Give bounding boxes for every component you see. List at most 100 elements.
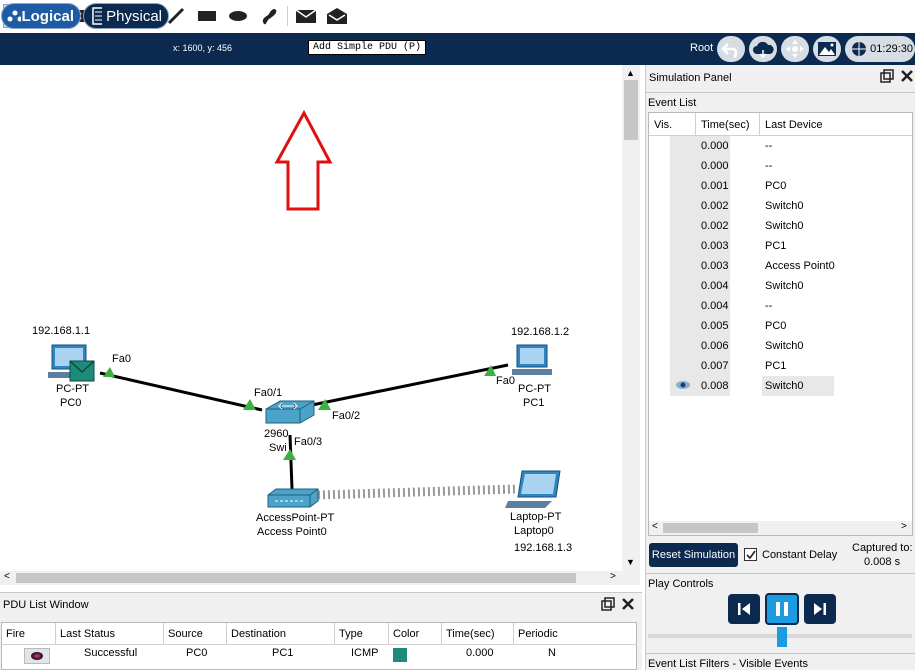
event-row[interactable]: 0.005 PC0 [649,316,899,336]
logical-workspace[interactable]: 192.168.1.1 Fa0 PC-PT PC0 192.168.1.2 Fa… [0,65,640,585]
physical-icon [92,7,103,25]
workspace-horizontal-scrollbar[interactable]: < > [0,571,640,585]
step-forward-icon [814,603,826,615]
add-complex-pdu-icon[interactable] [325,4,349,28]
scroll-left-icon[interactable]: < [4,571,10,582]
event-device: PC0 [765,320,787,332]
pc0-icon [48,344,95,382]
laptop-model-label: Laptop-PT [510,511,562,523]
event-time: 0.007 [701,360,729,372]
event-time: 0.002 [701,200,729,212]
red-arrow-annotation [274,109,333,211]
back-icon[interactable] [717,36,745,62]
scroll-down-icon[interactable]: ▼ [626,557,635,567]
scroll-up-icon[interactable]: ▲ [626,68,635,78]
undock-icon[interactable] [880,69,894,86]
cloud-icon[interactable] [749,36,777,62]
event-row[interactable]: 0.008 Switch0 [649,376,899,396]
event-device: Switch0 [765,220,804,232]
wireless-link [317,484,517,500]
pc0-model-label: PC-PT [56,383,89,395]
pdu-destination: PC1 [272,647,294,659]
vertical-scroll-thumb[interactable] [624,80,638,140]
pdu-col-source: Source [168,628,203,640]
pc0-name-label: PC0 [60,397,82,409]
event-row[interactable]: 0.003 Access Point0 [649,256,899,276]
event-device: -- [765,300,773,312]
freeform-icon[interactable] [257,4,281,28]
horizontal-scroll-thumb[interactable] [16,573,576,583]
back-step-button[interactable] [728,594,760,624]
pc1-icon [512,344,552,375]
event-row[interactable]: 0.007 PC1 [649,356,899,376]
constant-delay-checkbox[interactable] [744,548,757,561]
laptop-ip-label: 192.168.1.3 [514,542,573,554]
event-time: 0.001 [701,180,729,192]
event-time: 0.002 [701,220,729,232]
physical-tab[interactable]: Physical [83,3,169,29]
pause-button[interactable] [765,593,799,625]
event-time: 0.005 [701,320,729,332]
ap-name-label: Access Point0 [257,526,327,538]
pdu-time: 0.000 [466,647,494,659]
switch-port-fa01: Fa0/1 [254,387,283,399]
link-pc0-switch [99,371,263,412]
event-device: Switch0 [765,200,804,212]
undock-icon[interactable] [601,597,615,614]
col-last-device: Last Device [765,119,823,131]
workspace-navbar [0,33,915,65]
physical-tab-label: Physical [106,7,162,25]
event-row[interactable]: 0.000 -- [649,156,899,176]
add-simple-pdu-icon[interactable] [294,4,318,28]
event-row[interactable]: 0.003 PC1 [649,236,899,256]
step-back-icon [738,603,750,615]
scroll-left-icon[interactable]: < [652,521,658,532]
play-controls-title: Play Controls [648,578,714,590]
logical-tab-label: Logical [21,7,74,25]
pause-icon [776,602,788,616]
pc1-model-label: PC-PT [518,383,551,395]
pdu-periodic: N [548,647,556,659]
event-row[interactable]: 0.002 Switch0 [649,196,899,216]
pc1-ip-label: 192.168.1.2 [511,326,570,338]
event-row[interactable]: 0.004 Switch0 [649,276,899,296]
eye-icon[interactable] [675,378,691,392]
event-device: PC1 [765,240,787,252]
close-icon[interactable] [621,597,635,614]
pc1-port-label: Fa0 [496,375,515,387]
workspace-vertical-scrollbar[interactable]: ▲ ▼ [622,65,640,571]
event-row[interactable]: 0.006 Switch0 [649,336,899,356]
pdu-col-fire: Fire [6,628,25,640]
pdu-col-destination: Destination [231,628,287,640]
ellipse-icon[interactable] [226,4,250,28]
event-row[interactable]: 0.000 -- [649,136,899,156]
pc1-name-label: PC1 [523,397,545,409]
event-time: 0.004 [701,280,729,292]
event-device: -- [765,160,773,172]
event-list-hscrollbar[interactable]: < > [649,521,912,535]
scroll-right-icon[interactable]: > [901,521,907,532]
switch-name-label: Swi [269,442,287,454]
rectangle-icon[interactable] [195,4,219,28]
reset-simulation-button[interactable]: Reset Simulation [649,543,738,567]
scroll-right-icon[interactable]: > [610,571,616,582]
background-image-icon[interactable] [813,36,841,62]
logical-tab[interactable]: Logical [1,3,81,29]
cursor-coordinates: x: 1600, y: 456 [173,43,233,53]
link-light-sw-fa01 [243,399,256,410]
event-row[interactable]: 0.001 PC0 [649,176,899,196]
move-icon[interactable] [781,36,809,62]
switch-port-fa02: Fa0/2 [332,410,361,422]
logical-icon [7,10,22,22]
globe-clock-icon [852,42,867,56]
forward-step-button[interactable] [804,594,836,624]
event-list-scroll-thumb[interactable] [663,523,758,533]
event-row[interactable]: 0.002 Switch0 [649,216,899,236]
fire-button[interactable] [24,648,50,664]
simulation-panel-title: Simulation Panel [649,72,732,84]
close-icon[interactable] [900,69,914,86]
speed-slider-thumb[interactable] [777,627,787,647]
tooltip: Add Simple PDU (P) [308,40,427,55]
event-row[interactable]: 0.004 -- [649,296,899,316]
clock: 01:29:30 [845,36,915,62]
